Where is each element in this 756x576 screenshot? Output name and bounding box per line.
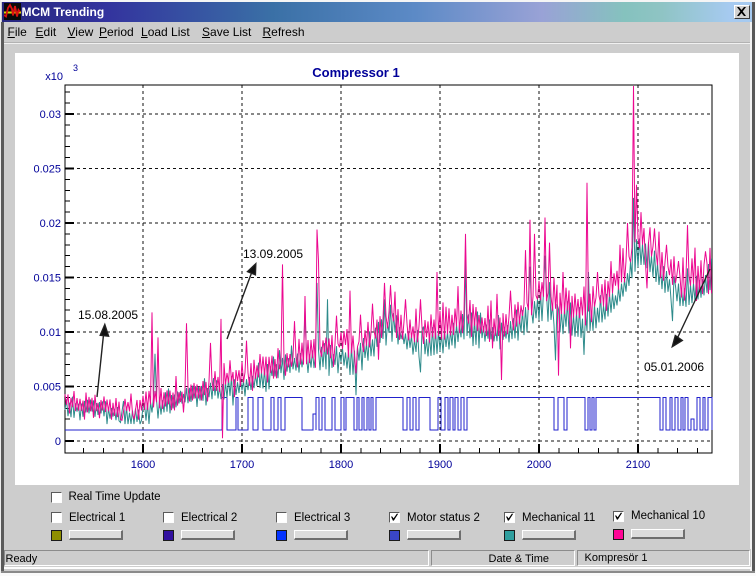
svg-text:1700: 1700 bbox=[230, 459, 254, 471]
svg-text:0.015: 0.015 bbox=[33, 273, 61, 285]
svg-text:0.03: 0.03 bbox=[40, 109, 61, 121]
svg-text:0.02: 0.02 bbox=[40, 218, 61, 230]
svg-text:0.025: 0.025 bbox=[33, 164, 61, 176]
svg-text:Compressor 1: Compressor 1 bbox=[312, 65, 399, 80]
svg-text:2000: 2000 bbox=[527, 459, 551, 471]
svg-text:0: 0 bbox=[55, 436, 61, 448]
svg-text:0.01: 0.01 bbox=[40, 327, 61, 339]
svg-text:1800: 1800 bbox=[329, 459, 353, 471]
svg-text:13.09.2005: 13.09.2005 bbox=[243, 247, 303, 261]
svg-text:15.08.2005: 15.08.2005 bbox=[78, 308, 138, 322]
svg-text:0.005: 0.005 bbox=[33, 382, 61, 394]
svg-text:05.01.2006: 05.01.2006 bbox=[644, 360, 704, 374]
svg-text:1900: 1900 bbox=[428, 459, 452, 471]
svg-text:3: 3 bbox=[73, 63, 78, 73]
svg-text:2100: 2100 bbox=[626, 459, 650, 471]
svg-text:1600: 1600 bbox=[131, 459, 155, 471]
svg-text:x10: x10 bbox=[45, 71, 63, 83]
